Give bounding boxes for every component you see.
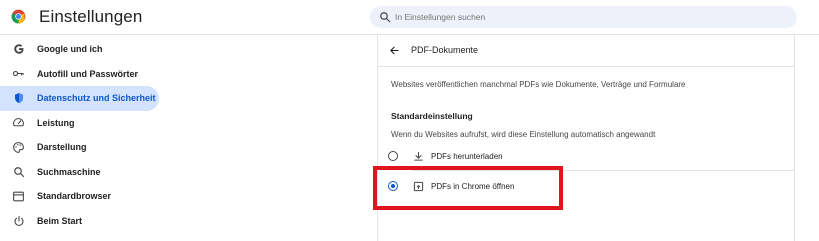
sidebar-item-datenschutz[interactable]: Datenschutz und Sicherheit <box>0 86 159 111</box>
sidebar-item-label: Google und ich <box>37 44 103 55</box>
radio-download-pdfs[interactable] <box>388 151 398 161</box>
back-button[interactable] <box>386 42 402 58</box>
chrome-logo-icon <box>11 9 26 24</box>
section-description: Wenn du Websites aufrufst, wird diese Ei… <box>391 130 656 139</box>
search-icon <box>380 12 391 23</box>
sidebar-item-standardbrowser[interactable]: Standardbrowser <box>0 184 170 209</box>
browser-icon <box>12 190 25 203</box>
sidebar-item-beim-start[interactable]: Beim Start <box>0 209 170 234</box>
sidebar-item-label: Standardbrowser <box>37 191 112 202</box>
option-download-pdfs[interactable]: PDFs herunterladen <box>388 146 503 166</box>
shield-icon <box>12 92 25 105</box>
settings-card: PDF-Dokumente Websites veröffentlichen m… <box>377 35 795 241</box>
sidebar-item-autofill[interactable]: Autofill und Passwörter <box>0 62 170 87</box>
sidebar-item-label: Darstellung <box>37 142 87 153</box>
sidebar-item-leistung[interactable]: Leistung <box>0 111 170 136</box>
app-title: Einstellungen <box>39 7 143 26</box>
search-input[interactable] <box>395 6 775 28</box>
arrow-back-icon <box>389 46 399 54</box>
title-divider <box>378 66 794 67</box>
download-icon <box>412 150 424 162</box>
palette-icon <box>12 141 25 154</box>
page-title: PDF-Dokumente <box>411 45 479 55</box>
sidebar-item-google-und-ich[interactable]: Google und ich <box>0 37 170 62</box>
speedometer-icon <box>12 116 25 129</box>
option-label: PDFs herunterladen <box>431 151 503 161</box>
sidebar-item-label: Beim Start <box>37 215 83 226</box>
header: Einstellungen <box>0 0 819 34</box>
sidebar: Google und ich Autofill und Passwörter D… <box>0 37 170 233</box>
sidebar-item-label: Autofill und Passwörter <box>37 68 139 79</box>
power-icon <box>12 214 25 227</box>
sidebar-item-label: Suchmaschine <box>37 166 101 177</box>
search-icon <box>12 165 25 178</box>
section-title: Standardeinstellung <box>391 111 473 121</box>
sidebar-item-darstellung[interactable]: Darstellung <box>0 135 170 160</box>
key-icon <box>12 67 25 80</box>
google-g-icon <box>12 43 25 56</box>
search-box[interactable] <box>370 6 797 28</box>
highlight-box <box>373 166 563 210</box>
sidebar-item-suchmaschine[interactable]: Suchmaschine <box>0 160 170 185</box>
sidebar-item-label: Datenschutz und Sicherheit <box>37 93 156 104</box>
page-description: Websites veröffentlichen manchmal PDFs w… <box>391 80 686 89</box>
sidebar-item-label: Leistung <box>37 117 75 128</box>
